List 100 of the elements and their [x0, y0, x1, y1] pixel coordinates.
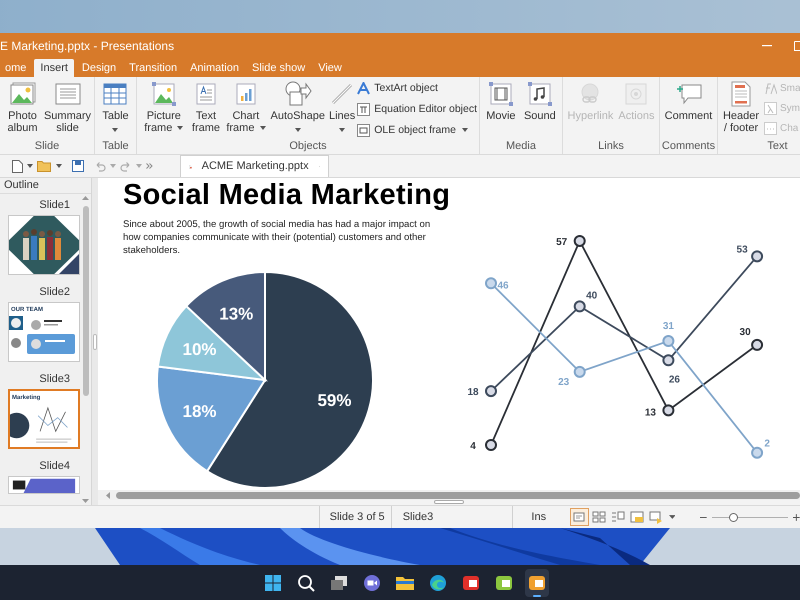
document-tab[interactable]: ACME Marketing.pptx: [180, 155, 329, 177]
object-box-icon: [357, 124, 370, 137]
data-label: 53: [736, 244, 748, 256]
ribbon-button[interactable]: Lines: [326, 81, 358, 131]
pi-icon: [357, 103, 370, 116]
outline-tab[interactable]: Outline: [4, 177, 39, 194]
data-point: [751, 446, 764, 459]
data-label: 59%: [317, 391, 352, 410]
maximize-icon[interactable]: [794, 40, 800, 50]
data-label: 40: [586, 290, 598, 302]
save-icon[interactable]: [72, 160, 84, 172]
group-label: Objects: [289, 139, 327, 154]
group-label: Text: [767, 138, 788, 154]
slide-label: Slide1: [39, 199, 71, 212]
formula-icon: [764, 82, 777, 95]
ribbon-button[interactable]: OLE object frame: [357, 122, 477, 138]
ribbon-button[interactable]: Text frame: [188, 81, 224, 134]
group-label: Slide: [34, 138, 60, 154]
ribbon-tab[interactable]: Insert: [34, 59, 74, 77]
page-icon: [731, 81, 751, 107]
more-icon[interactable]: [146, 163, 153, 169]
scrollbar-thumb[interactable]: [82, 206, 88, 396]
bar-chart-icon: [234, 82, 257, 106]
data-point: [574, 234, 586, 247]
text-frame-icon: [194, 82, 217, 106]
data-label: 4: [470, 441, 476, 452]
list-page-icon: [54, 83, 80, 105]
data-point: [485, 277, 497, 290]
caret-icon[interactable]: [56, 164, 62, 168]
ribbon-button[interactable]: Chart frame: [223, 81, 269, 134]
target-icon: [624, 82, 648, 106]
ribbon-button[interactable]: Movie: [484, 81, 518, 122]
data-label: 2: [764, 438, 770, 450]
group-label: Table: [102, 138, 129, 154]
letter-a-icon: [357, 82, 370, 96]
music-note-icon: [528, 82, 552, 106]
new-document-icon[interactable]: [12, 160, 23, 172]
data-label: 18%: [182, 402, 217, 421]
ribbon-button[interactable]: Header / footer: [720, 81, 762, 134]
data-point: [574, 300, 586, 312]
input-mode: Ins: [530, 510, 548, 524]
ribbon-button[interactable]: Sound: [522, 81, 558, 122]
minimize-icon[interactable]: [762, 44, 772, 46]
slider-thumb[interactable]: [729, 512, 738, 522]
ribbon-button[interactable]: Photo album: [2, 81, 42, 134]
slide-label: Slide3: [39, 373, 71, 386]
scroll-left-icon[interactable]: [106, 492, 110, 498]
ribbon-button[interactable]: AutoShape: [268, 81, 327, 131]
data-point: [662, 335, 674, 348]
slide-thumbnail[interactable]: [8, 215, 80, 275]
slide-title: Social Media Marketing: [123, 181, 450, 210]
document-tab-label: ACME Marketing.pptx: [202, 159, 309, 174]
ribbon-button[interactable]: Summary slide: [44, 81, 92, 134]
splitter-handle[interactable]: [434, 500, 464, 504]
data-point: [485, 439, 497, 451]
ribbon-button[interactable]: TextArt object: [357, 81, 477, 97]
ribbon-button[interactable]: Equation Editor object: [357, 102, 477, 118]
dots-box-icon: [764, 122, 777, 135]
caret-icon[interactable]: [668, 515, 676, 519]
ribbon-button[interactable]: Comment: [662, 81, 714, 122]
data-label: 18: [467, 387, 479, 398]
slide-thumbnail[interactable]: [8, 476, 80, 494]
lambda-icon: [764, 102, 777, 115]
ribbon-button[interactable]: Picture frame: [139, 81, 189, 134]
data-point: [751, 338, 764, 351]
data-point: [662, 354, 674, 366]
data-label: 57: [556, 236, 568, 248]
speech-bubble-icon: [674, 83, 702, 105]
data-label: 10%: [182, 340, 217, 360]
window-title: E Marketing.pptx - Presentations: [0, 38, 174, 54]
vertical-scrollbar[interactable]: [81, 194, 90, 505]
group-label: Links: [598, 138, 624, 154]
image-frame-icon: [152, 82, 176, 106]
scrollbar-thumb[interactable]: [116, 492, 800, 498]
data-point: [662, 404, 674, 416]
image-icon: [10, 82, 36, 106]
data-point: [485, 385, 497, 398]
data-label: 13%: [219, 304, 254, 324]
scroll-up-icon[interactable]: [82, 196, 89, 200]
film-icon: [488, 82, 513, 106]
data-point: [751, 250, 764, 262]
scroll-down-icon[interactable]: [82, 499, 89, 503]
slide-body-text: Since about 2005, the growth of social media has had a major impact on how companies communicate with their (potential) customers and other stakeholders.: [123, 218, 432, 257]
data-label: 26: [668, 374, 680, 386]
slide-label: Slide4: [39, 460, 71, 473]
ribbon-button[interactable]: Table: [100, 81, 131, 131]
group-label: Media: [506, 138, 536, 154]
data-label: 31: [662, 321, 674, 332]
data-label: 23: [558, 376, 570, 388]
normal-view-icon[interactable]: [570, 508, 589, 526]
table-icon: [103, 83, 128, 105]
app-tile-icon[interactable]: [525, 568, 549, 596]
shapes-icon: [284, 81, 312, 107]
data-label: 46: [497, 280, 509, 292]
splitter-handle[interactable]: [93, 334, 97, 350]
caret-icon[interactable]: [27, 164, 33, 168]
zoom-in-icon[interactable]: [793, 514, 800, 520]
data-label: 30: [740, 326, 751, 338]
data-label: 13: [644, 407, 656, 418]
group-label: Comments: [662, 138, 716, 154]
